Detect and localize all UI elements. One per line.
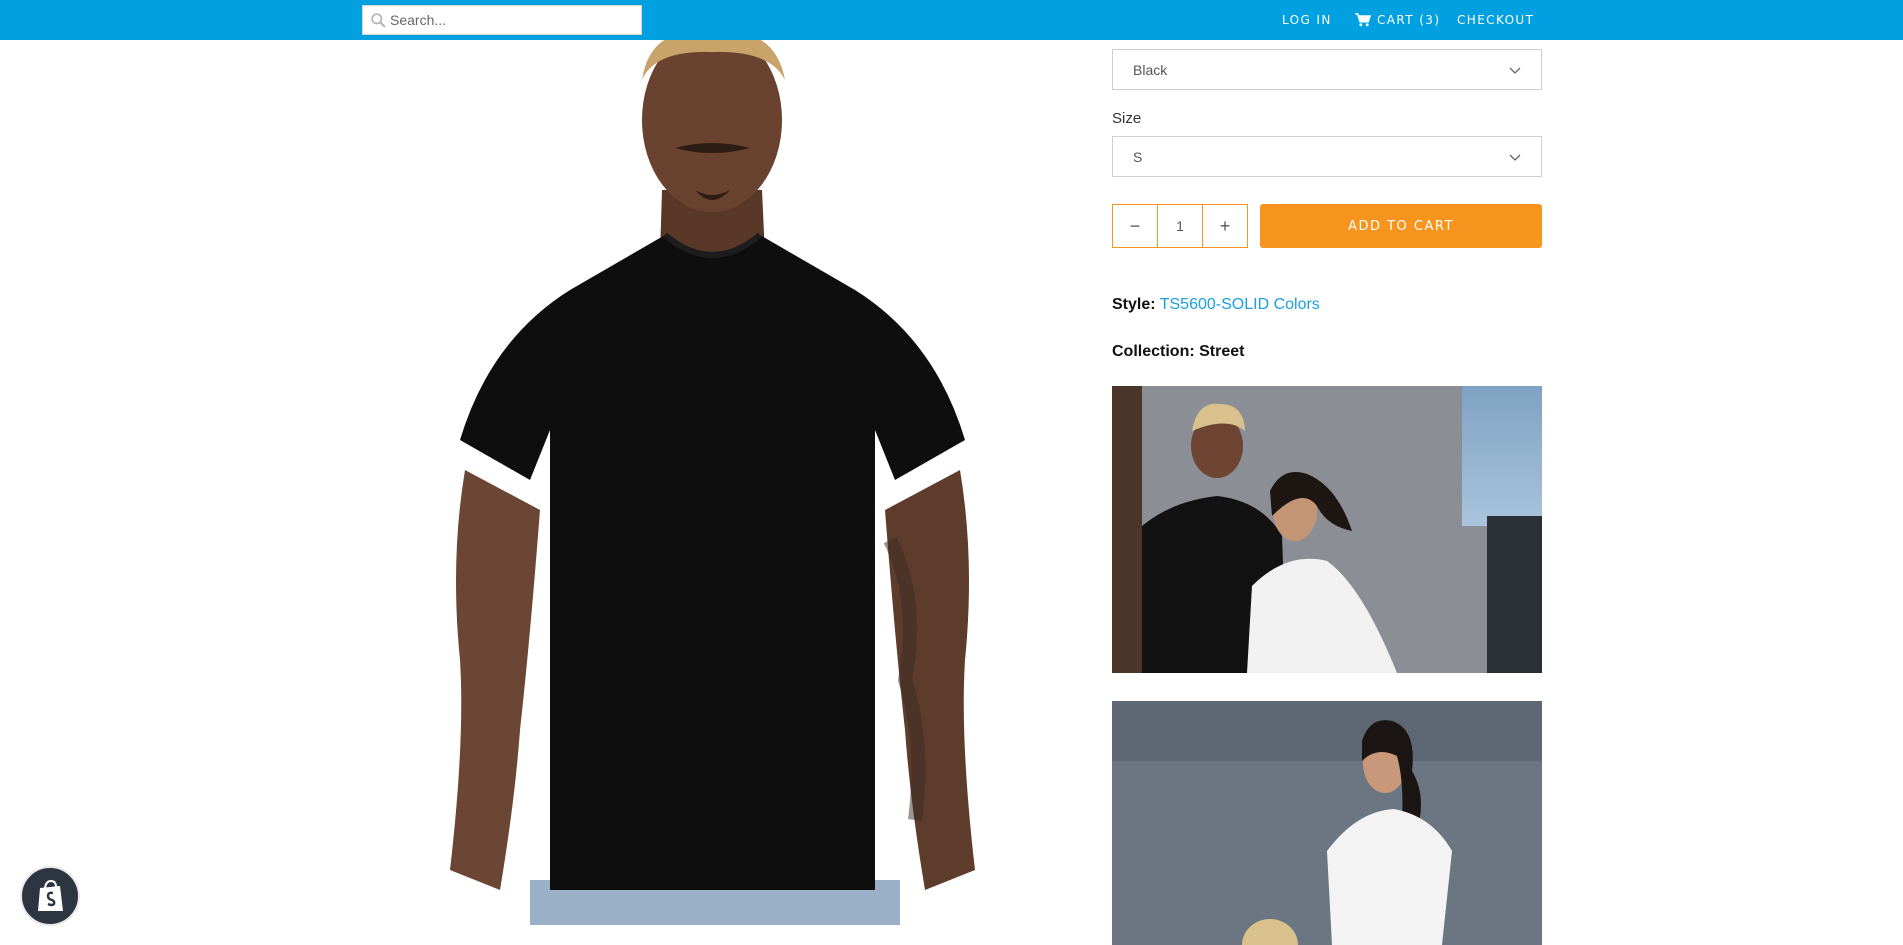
shopify-bag-icon [38,879,63,911]
color-select-value: Black [1133,62,1168,78]
chevron-down-icon [1509,154,1521,161]
collection-value: Street [1199,343,1245,360]
lookbook-image-1[interactable] [1112,386,1542,673]
collection-key: Collection: [1112,343,1195,360]
chevron-down-icon [1509,67,1521,74]
quantity-stepper: − 1 + [1112,204,1248,248]
size-label: Size [1112,110,1142,127]
top-bar: LOG IN CART (3) CHECKOUT [0,0,1903,40]
lookbook-image-2[interactable] [1112,701,1542,945]
style-key: Style: [1112,296,1156,313]
collection-line: Collection: Street [1112,343,1244,361]
woman-white-tshirt-photo [1112,701,1542,945]
add-to-cart-button[interactable]: ADD TO CART [1260,204,1542,248]
cart-label: CART (3) [1377,13,1441,27]
shopify-badge-button[interactable] [20,866,80,926]
cart-icon [1355,13,1371,27]
checkout-link[interactable]: CHECKOUT [1457,13,1534,27]
model-black-tshirt-photo [420,40,1005,925]
search-box[interactable] [362,5,642,35]
increment-button[interactable]: + [1203,205,1247,247]
style-line: Style: TS5600-SOLID Colors [1112,296,1320,314]
style-link[interactable]: TS5600-SOLID Colors [1160,296,1320,313]
product-main-image[interactable] [420,40,1005,925]
search-input[interactable] [390,6,638,34]
size-select[interactable]: S [1112,136,1542,177]
size-select-value: S [1133,149,1143,165]
login-link[interactable]: LOG IN [1282,13,1332,27]
search-icon [371,13,386,28]
cart-link[interactable]: CART (3) [1355,13,1440,27]
quantity-input[interactable]: 1 [1157,205,1203,247]
color-select[interactable]: Black [1112,49,1542,90]
couple-lookbook-photo [1112,386,1542,673]
decrement-button[interactable]: − [1113,205,1157,247]
